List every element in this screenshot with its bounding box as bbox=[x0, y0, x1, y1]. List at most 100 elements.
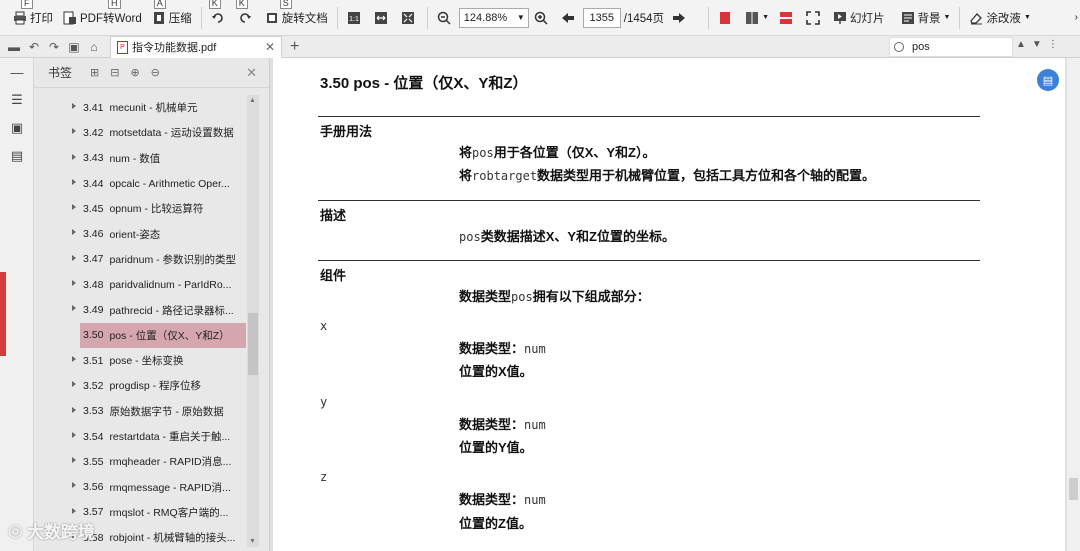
bookmark-item[interactable]: 3.43 num - 数值 bbox=[34, 146, 246, 171]
bookmark-list-icon[interactable]: ☰ bbox=[0, 86, 34, 114]
close-icon[interactable]: ✕ bbox=[265, 40, 275, 54]
search-input[interactable]: pos bbox=[889, 37, 1013, 57]
tab-bar: ▬ ↶ ↷ ▣ ⌂ P 指令功能数据.pdf ✕ + pos ▲ ▼ ⋮ bbox=[0, 35, 1080, 58]
text-fragment: 数据类型用于机械臂位置，包括工具方位和各个轴的配置。 bbox=[537, 168, 876, 183]
actual-size-button[interactable]: 1:1 bbox=[342, 0, 369, 36]
expand-all-icon[interactable]: ⊞ bbox=[90, 66, 99, 79]
rotate-left-button[interactable]: K bbox=[206, 0, 233, 36]
bookmark-label: 原始数据字节 - 原始数据 bbox=[109, 405, 224, 418]
expand-arrow-icon[interactable] bbox=[72, 482, 76, 489]
home-icon[interactable]: ⌂ bbox=[84, 40, 104, 54]
bookmark-item[interactable]: 3.51 pose - 坐标变换 bbox=[34, 348, 246, 373]
toolbar-divider bbox=[708, 6, 710, 29]
floating-tool-button[interactable]: ▤ bbox=[1037, 69, 1059, 91]
expand-arrow-icon[interactable] bbox=[72, 431, 76, 438]
bookmark-title: 书签 bbox=[48, 66, 73, 80]
collapse-all-icon[interactable]: ⊟ bbox=[110, 66, 119, 79]
expand-arrow-icon[interactable] bbox=[72, 178, 76, 185]
fullscreen-button[interactable] bbox=[801, 0, 828, 36]
bookmark-item[interactable]: 3.45 opnum - 比较运算符 bbox=[34, 196, 246, 221]
expand-arrow-icon[interactable] bbox=[72, 254, 76, 261]
correction-fluid-button[interactable]: 涂改液 ▼ bbox=[964, 0, 1035, 36]
expand-arrow-icon[interactable] bbox=[72, 153, 76, 160]
bookmark-item[interactable]: 3.53 原始数据字节 - 原始数据 bbox=[34, 399, 246, 424]
watermark-logo-icon: ◎ bbox=[8, 520, 23, 540]
bookmark-label: opnum - 比较运算符 bbox=[109, 203, 204, 216]
bookmark-item[interactable]: 3.54 restartdata - 重启关于触... bbox=[34, 424, 246, 449]
bookmark-item[interactable]: 3.55 rmqheader - RAPID消息... bbox=[34, 449, 246, 474]
bookmark-label: mecunit - 机械单元 bbox=[109, 102, 198, 115]
bookmark-item[interactable]: 3.48 paridvalidnum - ParIdRo... bbox=[34, 272, 246, 297]
compress-button[interactable]: A 压缩 bbox=[147, 0, 197, 36]
expand-arrow-icon[interactable] bbox=[72, 204, 76, 211]
bookmark-label: pos - 位置（仅X、Y和Z） bbox=[109, 329, 230, 342]
scroll-up-icon[interactable]: ▲ bbox=[249, 97, 256, 104]
bookmark-scrollbar[interactable]: ▲ ▼ bbox=[247, 95, 259, 547]
redo-icon[interactable]: ↷ bbox=[44, 40, 64, 54]
code-text: robtarget bbox=[472, 169, 538, 183]
document-tool-icon: ▤ bbox=[1042, 74, 1054, 87]
panel-collapse-handle[interactable] bbox=[0, 272, 6, 356]
more-options-icon[interactable]: ⋮ bbox=[1048, 39, 1058, 50]
pdf-to-word-button[interactable]: H PDF转Word bbox=[58, 0, 147, 36]
bookmark-item[interactable]: 3.56 rmqmessage - RAPID消... bbox=[34, 474, 246, 499]
annotation-list-icon[interactable]: ▤ bbox=[0, 142, 34, 170]
zoom-out-button[interactable] bbox=[432, 0, 459, 36]
thumbnail-icon[interactable]: ▣ bbox=[0, 114, 34, 142]
expand-arrow-icon[interactable] bbox=[72, 128, 76, 135]
double-page-button[interactable]: ▼ bbox=[740, 0, 774, 36]
page-number-input[interactable]: 1355 bbox=[582, 7, 621, 28]
more-toolbar-button[interactable]: › bbox=[1070, 0, 1080, 36]
single-page-button[interactable] bbox=[713, 0, 740, 36]
open-folder-icon[interactable]: ▬ bbox=[4, 40, 24, 54]
expand-arrow-icon[interactable] bbox=[72, 507, 76, 514]
rotate-right-button[interactable]: K bbox=[233, 0, 260, 36]
background-button[interactable]: 背景 ▼ bbox=[896, 0, 956, 36]
next-page-button[interactable] bbox=[667, 0, 694, 36]
fit-width-button[interactable] bbox=[369, 0, 396, 36]
add-bookmark-icon[interactable]: ⊕ bbox=[130, 66, 139, 79]
undo-icon[interactable]: ↶ bbox=[24, 40, 44, 54]
save-icon[interactable]: ▣ bbox=[64, 40, 84, 54]
arrow-right-icon bbox=[673, 12, 686, 23]
scrollbar-thumb[interactable] bbox=[1069, 478, 1078, 500]
document-tab[interactable]: P 指令功能数据.pdf ✕ bbox=[110, 35, 282, 58]
delete-bookmark-icon[interactable]: ⊖ bbox=[151, 66, 160, 79]
expand-arrow-icon[interactable] bbox=[72, 406, 76, 413]
fit-page-button[interactable] bbox=[396, 0, 423, 36]
bookmark-item[interactable]: 3.52 progdisp - 程序位移 bbox=[34, 373, 246, 398]
rotate-document-button[interactable]: S 旋转文档 bbox=[260, 0, 333, 36]
previous-page-button[interactable] bbox=[556, 0, 583, 36]
bookmark-item[interactable]: 3.42 motsetdata - 运动设置数据 bbox=[34, 120, 246, 145]
bookmark-item[interactable]: 3.44 opcalc - Arithmetic Oper... bbox=[34, 171, 246, 196]
expand-arrow-icon[interactable] bbox=[72, 229, 76, 236]
bookmark-item[interactable]: 3.41 mecunit - 机械单元 bbox=[34, 95, 246, 120]
zoom-select[interactable]: 124.88% ▼ bbox=[458, 7, 529, 28]
slideshow-button[interactable]: 幻灯片 bbox=[828, 0, 890, 36]
document-scrollbar[interactable] bbox=[1067, 58, 1080, 551]
toolbar-divider bbox=[426, 6, 428, 29]
single-page-icon bbox=[720, 11, 731, 24]
expand-arrow-icon[interactable] bbox=[72, 305, 76, 312]
expand-arrow-icon[interactable] bbox=[72, 381, 76, 388]
new-tab-button[interactable]: + bbox=[290, 38, 299, 56]
bookmark-item[interactable]: 3.46 orient-姿态 bbox=[34, 221, 246, 246]
scroll-down-icon[interactable]: ▼ bbox=[249, 538, 256, 545]
chevron-down-icon[interactable]: ▼ bbox=[1032, 39, 1042, 50]
expand-arrow-icon[interactable] bbox=[72, 280, 76, 287]
bookmark-item[interactable]: 3.50 pos - 位置（仅X、Y和Z） bbox=[80, 322, 246, 348]
chevron-up-icon[interactable]: ▲ bbox=[1016, 39, 1026, 50]
expand-arrow-icon[interactable] bbox=[72, 355, 76, 362]
bookmark-item[interactable]: 3.47 paridnum - 参数识别的类型 bbox=[34, 247, 246, 272]
print-button[interactable]: F 打印 bbox=[8, 0, 58, 36]
scrollbar-thumb[interactable] bbox=[248, 313, 258, 375]
close-icon[interactable]: ✕ bbox=[246, 65, 257, 81]
expand-arrow-icon[interactable] bbox=[72, 457, 76, 464]
continuous-read-button[interactable] bbox=[774, 0, 801, 36]
search-navigation: ▲ ▼ ⋮ bbox=[1016, 39, 1058, 50]
minimize-panel-icon[interactable]: — bbox=[0, 58, 34, 86]
zoom-in-button[interactable] bbox=[529, 0, 556, 36]
bookmark-item[interactable]: 3.49 pathrecid - 路径记录器标... bbox=[34, 297, 246, 322]
bookmark-number: 3.56 bbox=[83, 481, 104, 494]
expand-arrow-icon[interactable] bbox=[72, 103, 76, 109]
